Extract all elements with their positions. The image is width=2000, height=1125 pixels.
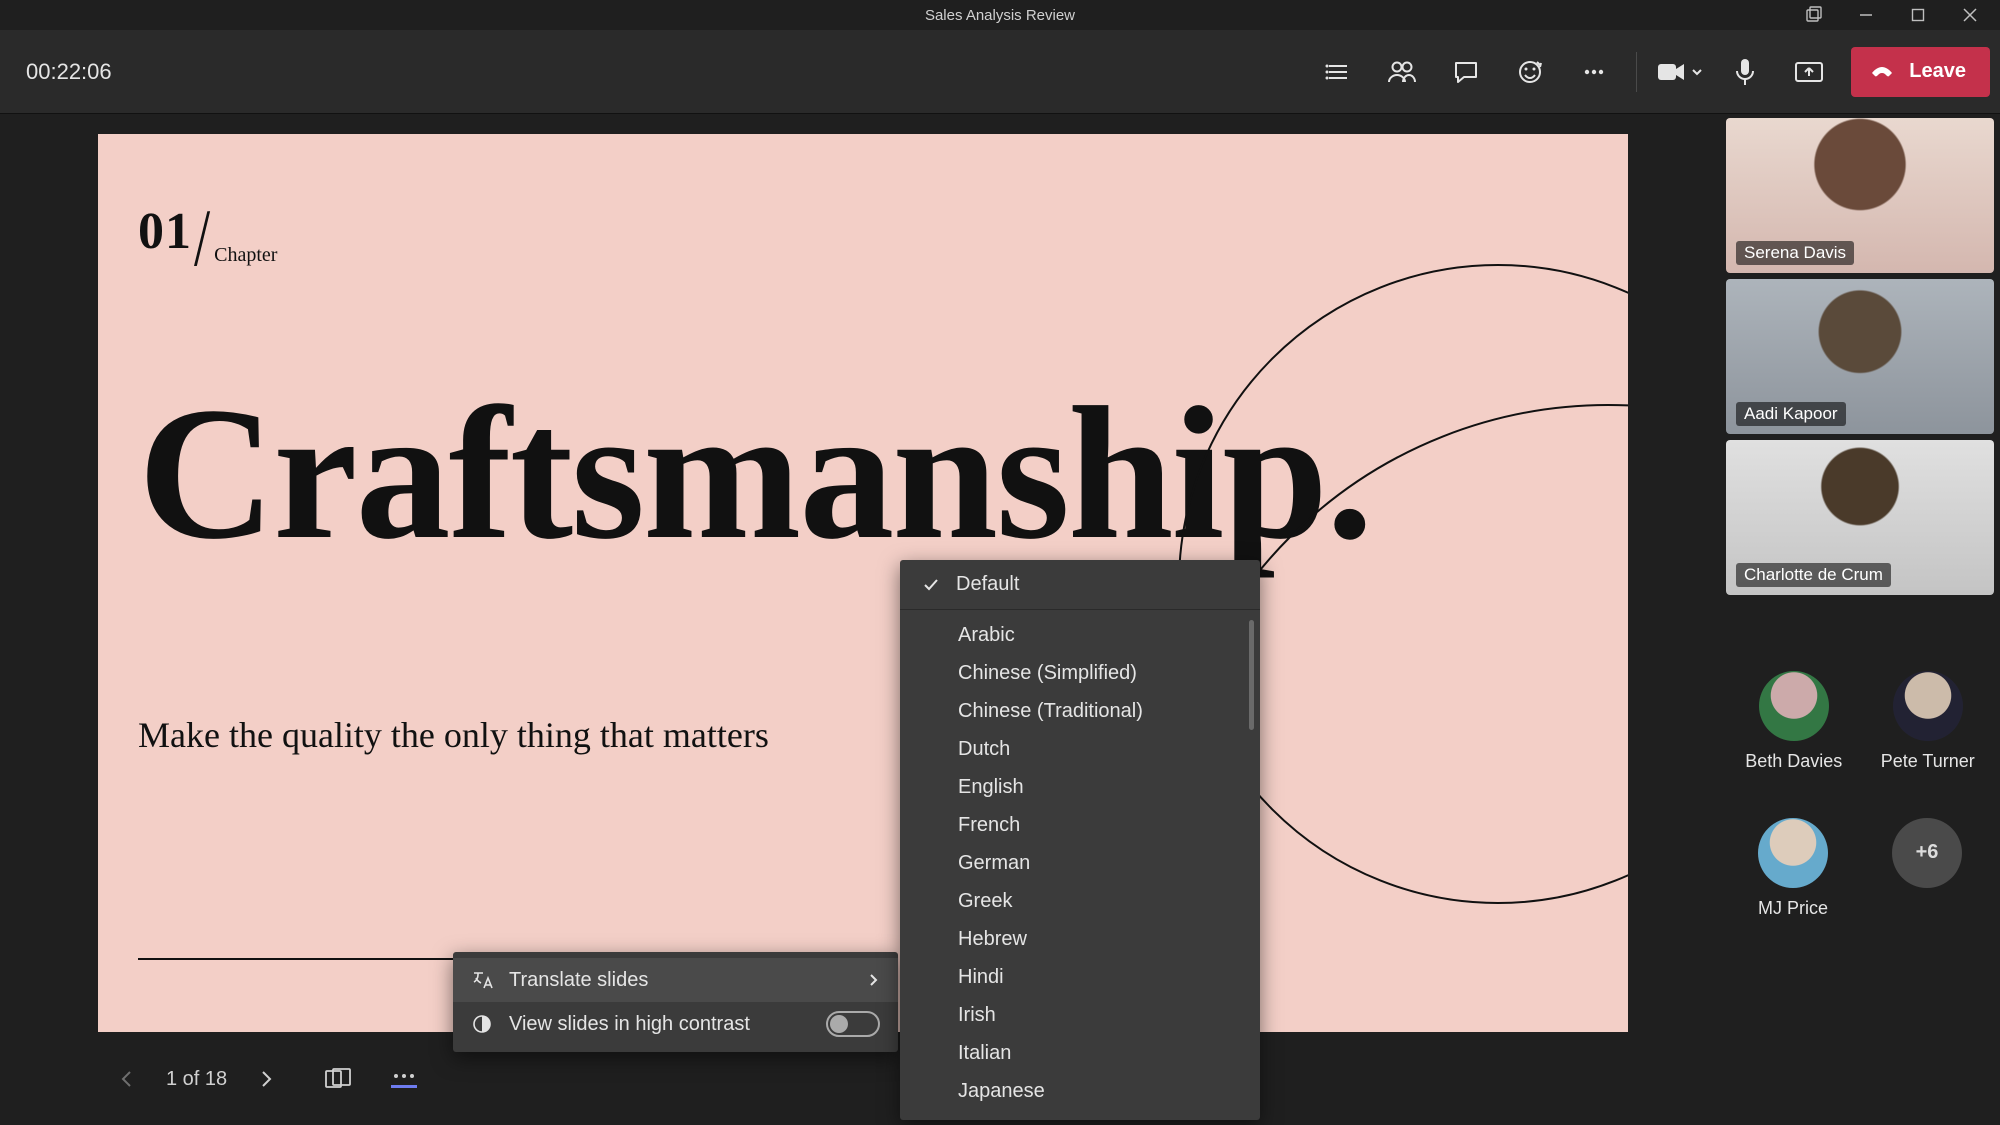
- avatar-row: Beth Davies Pete Turner: [1726, 671, 1994, 772]
- title-bar: Sales Analysis Review: [0, 0, 2000, 30]
- popout-icon[interactable]: [1804, 5, 1824, 25]
- participant-name: Aadi Kapoor: [1736, 402, 1846, 426]
- overflow-spacer: [1924, 898, 1929, 919]
- window-controls: [1804, 0, 2000, 30]
- close-button[interactable]: [1960, 5, 1980, 25]
- hangup-icon: [1869, 59, 1895, 85]
- participant-avatar[interactable]: Beth Davies: [1745, 671, 1842, 772]
- check-icon: [922, 576, 940, 594]
- slide-nav: 1 of 18: [0, 1044, 1720, 1114]
- language-item[interactable]: Chinese (Traditional): [900, 692, 1260, 730]
- maximize-button[interactable]: [1908, 5, 1928, 25]
- camera-toggle[interactable]: [1647, 61, 1713, 83]
- next-slide-button[interactable]: [249, 1062, 283, 1096]
- chevron-right-icon: [866, 973, 880, 987]
- participants-panel: Serena Davis Aadi Kapoor Charlotte de Cr…: [1720, 114, 2000, 1125]
- chapter-label: Chapter: [214, 244, 277, 267]
- window-title: Sales Analysis Review: [925, 7, 1075, 24]
- participant-name: Charlotte de Crum: [1736, 563, 1891, 587]
- language-item[interactable]: Hindi: [900, 958, 1260, 996]
- chapter-number: 01: [138, 202, 192, 261]
- contrast-toggle[interactable]: [826, 1011, 880, 1037]
- reactions-button[interactable]: [1498, 43, 1562, 101]
- scrollbar-thumb[interactable]: [1249, 620, 1254, 730]
- contrast-icon: [471, 1013, 493, 1035]
- participant-avatar[interactable]: Pete Turner: [1881, 671, 1975, 772]
- language-item[interactable]: Chinese (Simplified): [900, 654, 1260, 692]
- language-item[interactable]: Greek: [900, 882, 1260, 920]
- leave-button[interactable]: Leave: [1851, 47, 1990, 97]
- language-item[interactable]: Dutch: [900, 730, 1260, 768]
- avatar-image: [1759, 671, 1829, 741]
- language-item[interactable]: Hebrew: [900, 920, 1260, 958]
- prev-slide-button[interactable]: [110, 1062, 144, 1096]
- microphone-toggle[interactable]: [1713, 43, 1777, 101]
- people-button[interactable]: [1370, 43, 1434, 101]
- participant-avatar[interactable]: MJ Price: [1758, 818, 1828, 919]
- high-contrast-menu-item[interactable]: View slides in high contrast: [453, 1002, 898, 1046]
- chapter-marker: 01 / Chapter: [138, 194, 277, 261]
- slide-counter: 1 of 18: [166, 1068, 227, 1091]
- language-submenu: Default Arabic Chinese (Simplified) Chin…: [900, 560, 1260, 1120]
- chapter-slash: /: [194, 191, 210, 285]
- overflow-badge: +6: [1892, 818, 1962, 888]
- avatar-row: MJ Price +6: [1726, 818, 1994, 919]
- language-item[interactable]: Arabic: [900, 616, 1260, 654]
- stage-column: 01 / Chapter Craftsmanship. Make the qua…: [0, 114, 1720, 1125]
- grid-view-button[interactable]: [321, 1062, 355, 1096]
- presentation-slide: 01 / Chapter Craftsmanship. Make the qua…: [98, 134, 1628, 1032]
- avatar-image: [1758, 818, 1828, 888]
- meeting-body: 01 / Chapter Craftsmanship. Make the qua…: [0, 114, 2000, 1125]
- avatar-image: [1893, 671, 1963, 741]
- slide-subtitle: Make the quality the only thing that mat…: [138, 714, 769, 756]
- language-list: Arabic Chinese (Simplified) Chinese (Tra…: [900, 610, 1260, 1120]
- slide-wrap: 01 / Chapter Craftsmanship. Make the qua…: [98, 134, 1720, 1032]
- minimize-button[interactable]: [1856, 5, 1876, 25]
- language-default-item[interactable]: Default: [900, 560, 1260, 610]
- meeting-timer: 00:22:06: [26, 59, 112, 85]
- language-item[interactable]: Irish: [900, 996, 1260, 1034]
- language-default-label: Default: [956, 573, 1019, 596]
- contrast-label: View slides in high contrast: [509, 1013, 750, 1036]
- language-item[interactable]: French: [900, 806, 1260, 844]
- language-item[interactable]: Italian: [900, 1034, 1260, 1072]
- share-screen-button[interactable]: [1777, 43, 1841, 101]
- meeting-toolbar: 00:22:06 Leave: [0, 30, 2000, 114]
- slide-settings-popup: Translate slides View slides in high con…: [453, 952, 898, 1052]
- translate-icon: [471, 969, 493, 991]
- translate-label: Translate slides: [509, 969, 648, 992]
- leave-label: Leave: [1909, 60, 1966, 83]
- language-item[interactable]: Japanese: [900, 1072, 1260, 1110]
- more-actions-button[interactable]: [1562, 43, 1626, 101]
- video-tile[interactable]: Aadi Kapoor: [1726, 279, 1994, 434]
- language-item[interactable]: German: [900, 844, 1260, 882]
- more-icon: [391, 1071, 417, 1088]
- participant-name: MJ Price: [1758, 898, 1828, 919]
- toolbar-divider: [1636, 52, 1637, 92]
- translate-slides-menu-item[interactable]: Translate slides: [453, 958, 898, 1002]
- language-item[interactable]: English: [900, 768, 1260, 806]
- video-tile[interactable]: Charlotte de Crum: [1726, 440, 1994, 595]
- participant-name: Beth Davies: [1745, 751, 1842, 772]
- participant-name: Pete Turner: [1881, 751, 1975, 772]
- slide-more-button[interactable]: [387, 1062, 421, 1096]
- participant-name: Serena Davis: [1736, 241, 1854, 265]
- participants-list-button[interactable]: [1306, 43, 1370, 101]
- overflow-participants-button[interactable]: +6: [1892, 818, 1962, 919]
- video-tile[interactable]: Serena Davis: [1726, 118, 1994, 273]
- chat-button[interactable]: [1434, 43, 1498, 101]
- toolbar-actions: Leave: [1306, 43, 1990, 101]
- chevron-down-icon: [1691, 66, 1703, 78]
